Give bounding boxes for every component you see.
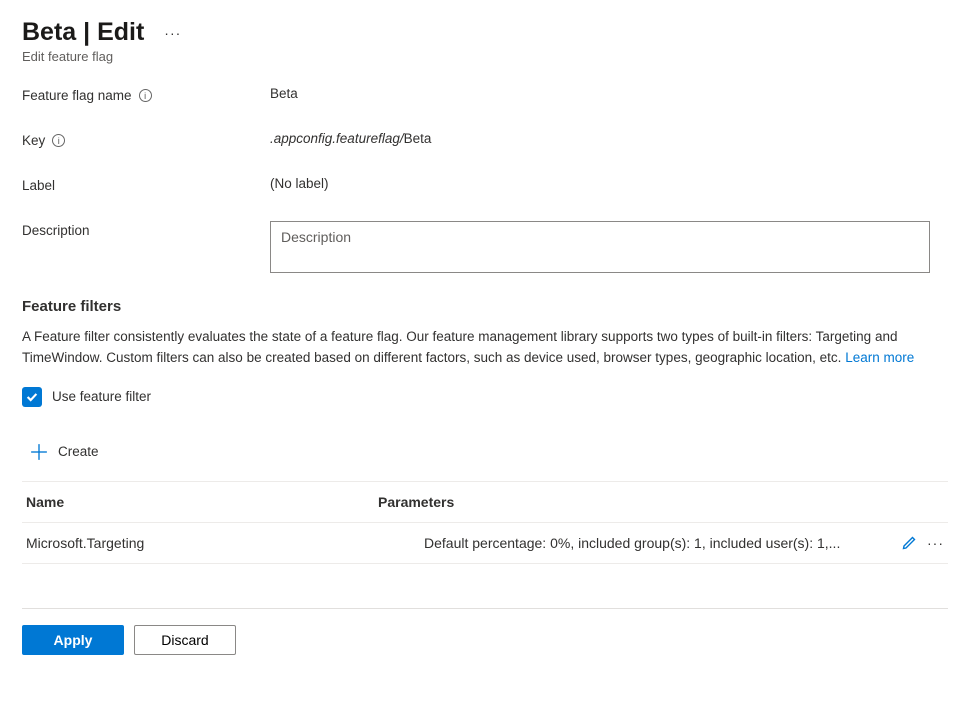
use-feature-filter-label: Use feature filter [52,389,151,404]
discard-button[interactable]: Discard [134,625,236,655]
label-value: (No label) [270,176,329,191]
create-filter-button[interactable]: Create [26,437,948,467]
key-value: Beta [404,131,432,146]
info-icon[interactable]: i [139,89,152,102]
name-column-header: Name [26,494,378,510]
create-label: Create [58,444,99,459]
feature-filters-title: Feature filters [22,298,948,315]
description-input[interactable] [270,221,930,273]
table-row: Microsoft.Targeting Default percentage: … [22,523,948,564]
key-prefix: .appconfig.featureflag/ [270,131,404,146]
plus-icon [30,443,48,461]
more-icon[interactable]: ··· [927,535,944,551]
feature-filters-description: A Feature filter consistently evaluates … [22,327,948,369]
feature-flag-name-label: Feature flag name [22,88,132,103]
parameters-column-header: Parameters [378,494,944,510]
key-label: Key [22,133,45,148]
learn-more-link[interactable]: Learn more [845,350,914,365]
label-label: Label [22,178,55,193]
filter-name-cell: Microsoft.Targeting [26,535,378,551]
page-subtitle: Edit feature flag [22,49,948,64]
pencil-icon[interactable] [901,535,917,551]
apply-button[interactable]: Apply [22,625,124,655]
feature-flag-name-value: Beta [270,86,298,101]
filter-parameters-cell: Default percentage: 0%, included group(s… [424,535,887,551]
info-icon[interactable]: i [52,134,65,147]
more-icon[interactable]: ··· [164,25,181,41]
page-title: Beta | Edit [22,18,144,47]
filters-table-header: Name Parameters [22,481,948,523]
footer: Apply Discard [22,608,948,655]
description-label: Description [22,223,90,238]
use-feature-filter-checkbox[interactable] [22,387,42,407]
